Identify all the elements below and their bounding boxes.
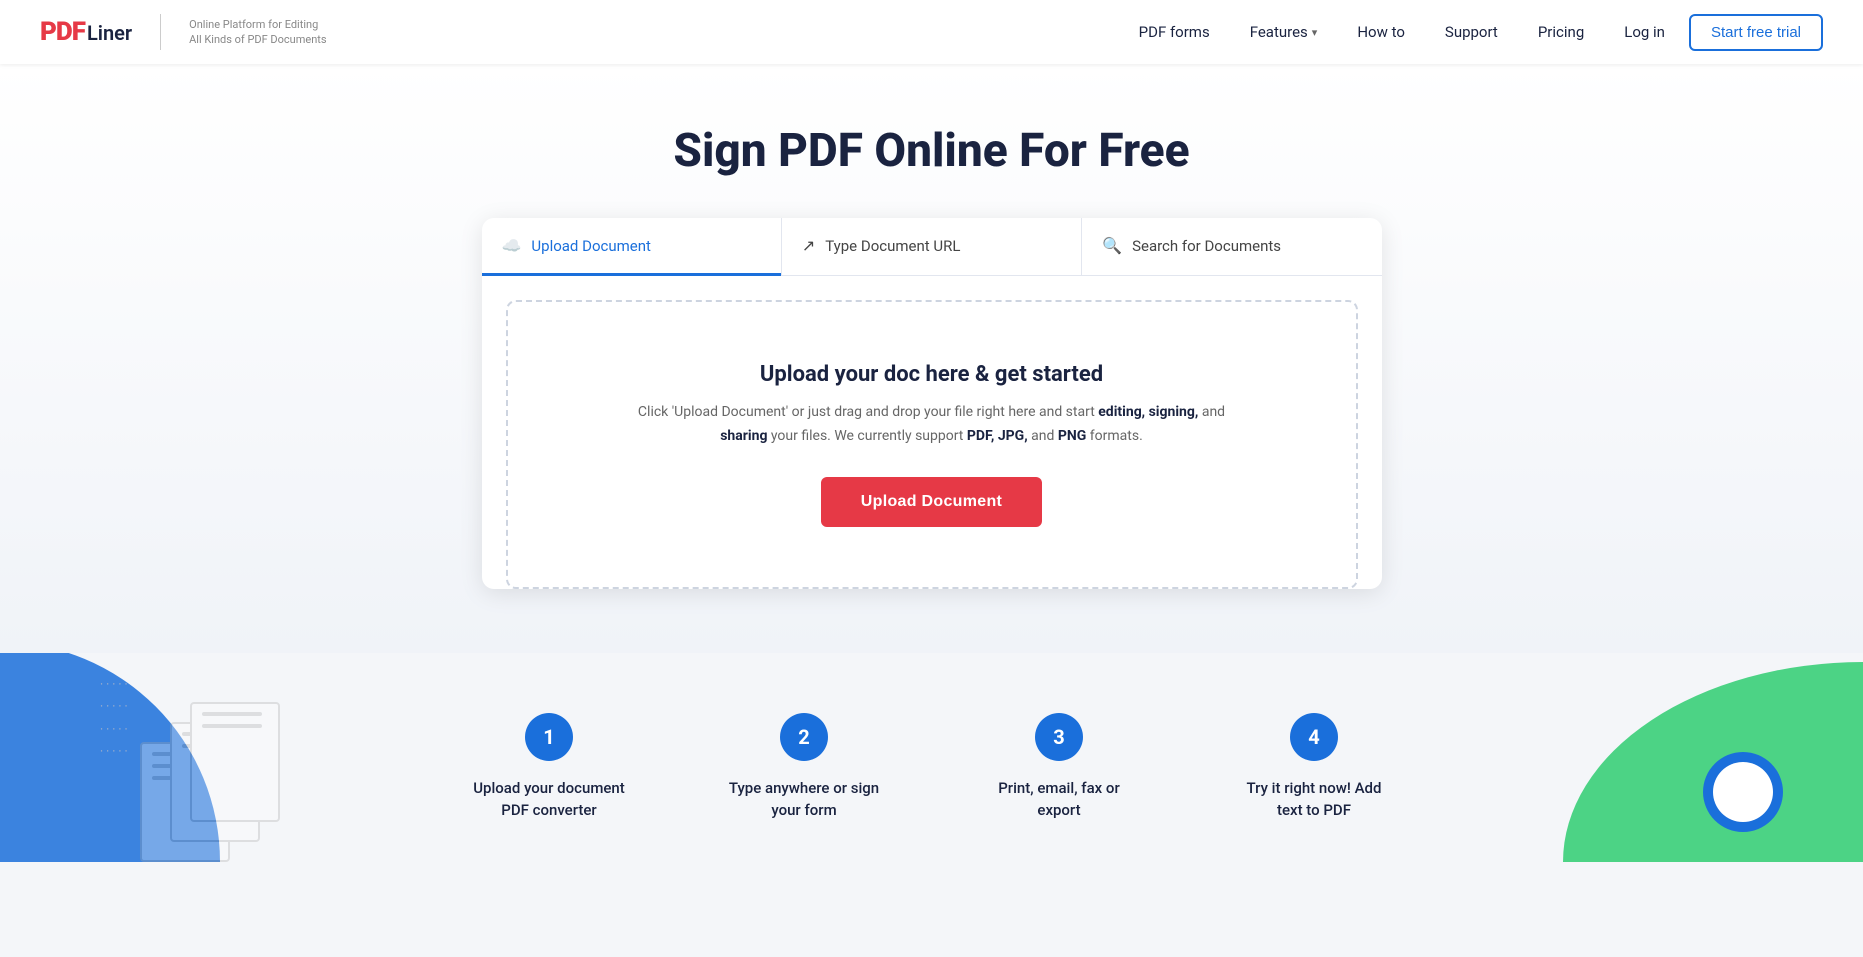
step-3-label: Print, email, fax orexport [942,777,1177,822]
step-3-number: 3 [1035,713,1083,761]
step-4: 4 Try it right now! Addtext to PDF [1197,713,1432,822]
logo-tagline: Online Platform for Editing All Kinds of… [189,17,326,48]
tab-upload[interactable]: ☁️ Upload Document [482,218,781,276]
nav-pricing[interactable]: Pricing [1522,15,1600,49]
upload-cloud-icon: ☁️ [502,236,522,255]
blob-circle-inner-decoration [1713,762,1773,822]
drop-area[interactable]: Upload your doc here & get started Click… [506,300,1358,589]
steps-section: 1 Upload your documentPDF converter 2 Ty… [0,653,1863,862]
nav-features[interactable]: Features ▾ [1234,15,1334,49]
step-4-number: 4 [1290,713,1338,761]
blob-right-decoration [1563,662,1863,862]
step-3: 3 Print, email, fax orexport [942,713,1177,822]
tab-url[interactable]: ↗ Type Document URL [782,218,1081,276]
hero-headline: Sign PDF Online For Free [20,124,1843,178]
main-nav: PDF forms Features ▾ How to Support Pric… [1123,14,1823,51]
step-1: 1 Upload your documentPDF converter [432,713,667,822]
logo: PDF Liner [40,17,132,47]
drop-description: Click 'Upload Document' or just drag and… [632,401,1232,449]
header: PDF Liner Online Platform for Editing Al… [0,0,1863,64]
nav-how-to[interactable]: How to [1341,15,1421,49]
features-chevron-icon: ▾ [1312,26,1318,39]
external-link-icon: ↗ [802,236,815,255]
step-2: 2 Type anywhere or signyour form [687,713,922,822]
logo-liner: Liner [87,21,132,45]
logo-area: PDF Liner Online Platform for Editing Al… [40,14,327,50]
doc-watermark-decoration [140,702,280,862]
tab-search[interactable]: 🔍 Search for Documents [1082,218,1381,276]
search-icon: 🔍 [1102,236,1122,255]
step-2-label: Type anywhere or signyour form [687,777,922,822]
upload-document-button[interactable]: Upload Document [821,477,1042,527]
logo-pdf: PDF [40,17,85,47]
step-4-label: Try it right now! Addtext to PDF [1197,777,1432,822]
upload-tabs: ☁️ Upload Document ↗ Type Document URL 🔍… [482,218,1382,276]
steps-list: 1 Upload your documentPDF converter 2 Ty… [432,713,1432,822]
hero-section: Sign PDF Online For Free ☁️ Upload Docum… [0,64,1863,653]
upload-container: ☁️ Upload Document ↗ Type Document URL 🔍… [482,218,1382,589]
blob-circle-decoration [1703,752,1783,832]
drop-title: Upload your doc here & get started [548,362,1316,387]
step-1-number: 1 [525,713,573,761]
step-2-number: 2 [780,713,828,761]
nav-login[interactable]: Log in [1608,15,1681,49]
start-free-trial-button[interactable]: Start free trial [1689,14,1823,51]
nav-pdf-forms[interactable]: PDF forms [1123,15,1226,49]
nav-support[interactable]: Support [1429,15,1514,49]
step-1-label: Upload your documentPDF converter [432,777,667,822]
logo-divider [160,14,161,50]
